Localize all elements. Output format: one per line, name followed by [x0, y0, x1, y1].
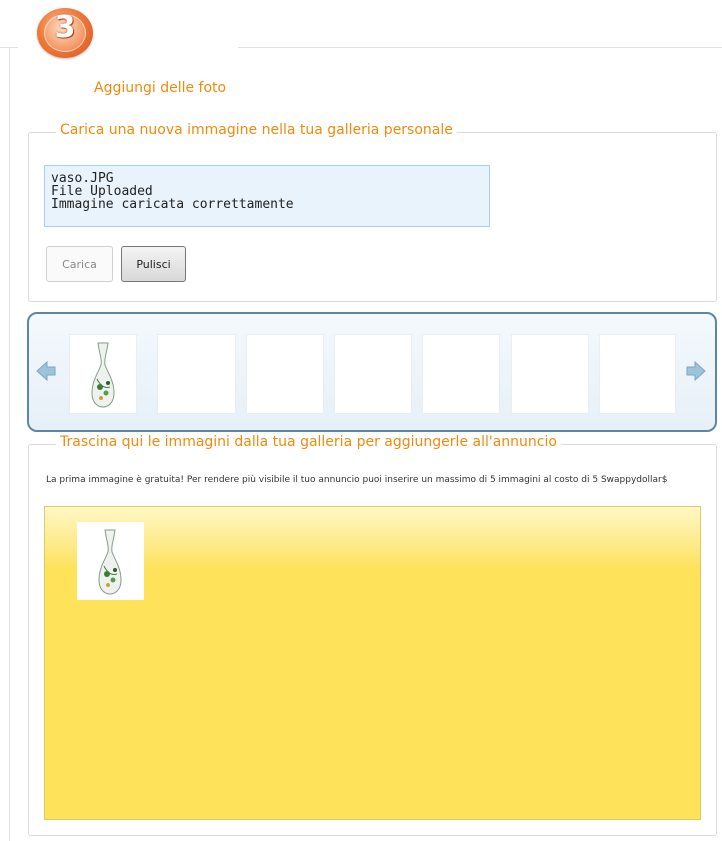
step-number-badge: 3 [37, 8, 93, 58]
ad-images-legend: Trascina qui le immagini dalla tua galle… [56, 434, 561, 450]
gallery-carousel [27, 312, 717, 432]
vase-image [91, 342, 115, 408]
upload-status-box: vaso.JPG File Uploaded Immagine caricata… [44, 165, 490, 227]
step-title: Aggiungi delle foto [94, 80, 227, 96]
dropped-image[interactable] [77, 522, 144, 600]
step-number: 3 [54, 10, 76, 45]
gallery-thumbnail[interactable] [422, 334, 500, 414]
gallery-thumbnail[interactable] [334, 334, 412, 414]
pricing-note: La prima immagine è gratuita! Per render… [46, 475, 668, 485]
arrow-right-icon[interactable] [685, 360, 707, 382]
gallery-thumbnail[interactable] [599, 334, 676, 414]
gallery-thumbnail[interactable] [69, 334, 137, 414]
arrow-left-icon[interactable] [35, 360, 57, 382]
upload-legend: Carica una nuova immagine nella tua gall… [56, 122, 457, 138]
gallery-thumbnail[interactable] [157, 334, 236, 414]
gallery-thumbnail[interactable] [511, 334, 589, 414]
status-line-success: Immagine caricata correttamente [51, 197, 294, 212]
vase-image [98, 529, 122, 595]
clear-button[interactable]: Pulisci [121, 246, 186, 282]
gallery-thumbnail[interactable] [246, 334, 324, 414]
upload-button[interactable]: Carica [46, 246, 113, 282]
frame-left-border [9, 47, 10, 841]
